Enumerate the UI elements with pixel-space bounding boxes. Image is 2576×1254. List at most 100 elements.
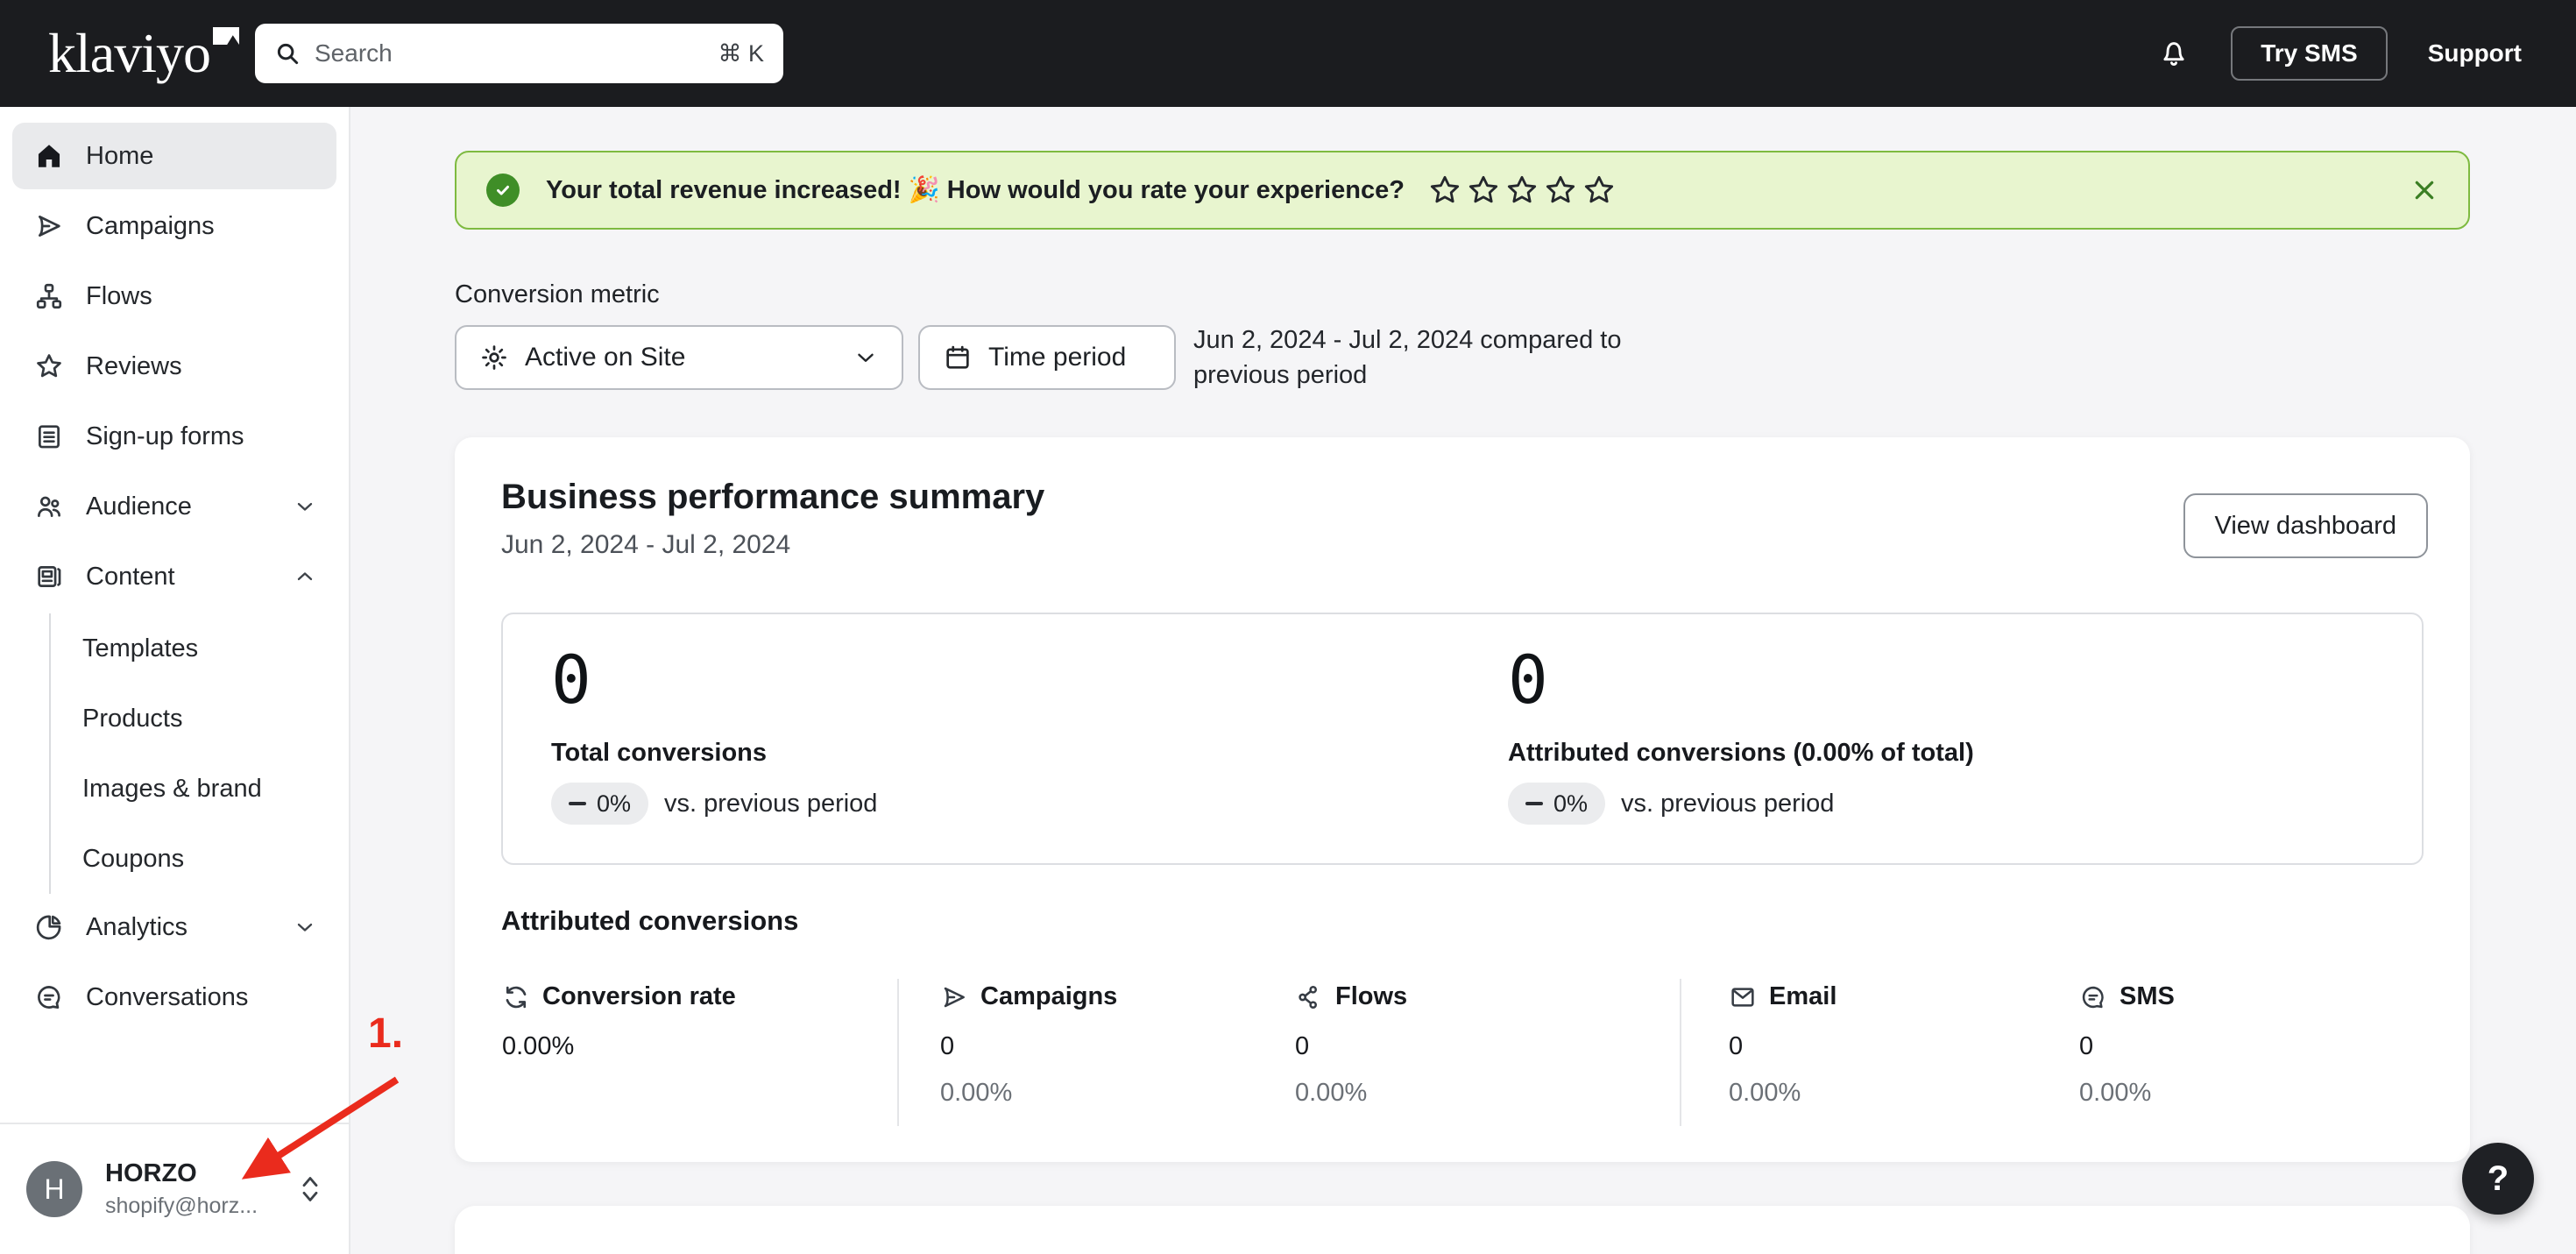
view-dashboard-button[interactable]: View dashboard — [2183, 493, 2428, 558]
klaviyo-flag-icon — [213, 27, 239, 45]
metric-label: Conversion rate — [542, 982, 736, 1011]
help-button[interactable]: ? — [2462, 1143, 2534, 1215]
chevron-up-icon — [293, 564, 317, 589]
rating-stars[interactable] — [1427, 173, 1617, 208]
no-change-dash-icon — [569, 802, 586, 805]
conversions-stats-box: 0 Total conversions 0% vs. previous peri… — [501, 613, 2424, 865]
flows-icon — [1295, 983, 1323, 1011]
sidebar-item-label: Analytics — [86, 913, 188, 942]
signup-forms-icon — [33, 422, 65, 451]
conversion-metric-value: Active on Site — [525, 343, 685, 372]
time-period-button[interactable]: Time period — [918, 325, 1176, 390]
try-sms-button[interactable]: Try SMS — [2231, 26, 2387, 81]
conversations-icon — [33, 982, 65, 1012]
sidebar-item-flows[interactable]: Flows — [12, 263, 336, 329]
banner-message: Your total revenue increased! 🎉 How woul… — [546, 175, 1405, 205]
star-icon — [1582, 173, 1617, 208]
content-icon — [33, 562, 65, 592]
klaviyo-logo[interactable]: klaviyo — [48, 25, 239, 81]
metric-label: Flows — [1335, 982, 1407, 1011]
business-performance-card: Business performance summary Jun 2, 2024… — [455, 437, 2470, 1162]
metric-label: Campaigns — [980, 982, 1117, 1011]
sidebar-item-products[interactable]: Products — [82, 684, 336, 754]
total-conversions-value: 0 — [551, 641, 591, 719]
sidebar-item-label: Home — [86, 142, 153, 171]
top-bar: klaviyo ⌘ K Try SMS Support — [0, 0, 2576, 107]
metric-campaigns: Campaigns 0 0.00% — [940, 982, 1117, 1108]
sidebar-item-label: Content — [86, 563, 175, 592]
search-shortcut: ⌘ K — [718, 40, 764, 67]
metrics-divider — [1680, 979, 1681, 1126]
metric-value: 0 — [1295, 1032, 1407, 1061]
change-value: 0% — [597, 790, 631, 818]
close-icon[interactable] — [2410, 176, 2438, 204]
conversion-metric-dropdown[interactable]: Active on Site — [455, 325, 903, 390]
star-icon — [1504, 173, 1539, 208]
sidebar-item-reviews[interactable]: Reviews — [12, 333, 336, 400]
chevron-down-icon — [293, 494, 317, 519]
sms-icon — [2079, 983, 2107, 1011]
sidebar-item-home[interactable]: Home — [12, 123, 336, 189]
card-date-range: Jun 2, 2024 - Jul 2, 2024 — [501, 530, 790, 560]
metric-label: Email — [1769, 982, 1836, 1011]
total-conversions-label: Total conversions — [551, 739, 767, 768]
attributed-conversions-value: 0 — [1508, 641, 1548, 719]
sidebar-item-content[interactable]: Content — [12, 543, 336, 610]
compare-text: vs. previous period — [1621, 790, 1834, 818]
campaigns-icon — [33, 211, 65, 241]
chevron-down-icon — [293, 915, 317, 939]
email-icon — [1729, 983, 1757, 1011]
change-value: 0% — [1553, 790, 1588, 818]
metric-sms: SMS 0 0.00% — [2079, 982, 2175, 1108]
search-box[interactable]: ⌘ K — [255, 24, 783, 83]
gear-icon — [479, 343, 509, 372]
attributed-conversions-label: Attributed conversions (0.00% of total) — [1508, 739, 1974, 768]
sidebar-item-campaigns[interactable]: Campaigns — [12, 193, 336, 259]
sidebar-item-signup-forms[interactable]: Sign-up forms — [12, 403, 336, 470]
star-icon — [1466, 173, 1501, 208]
sidebar-item-images-brand[interactable]: Images & brand — [82, 754, 336, 824]
metric-label: SMS — [2120, 982, 2175, 1011]
conversion-metric-label: Conversion metric — [455, 280, 660, 309]
sub-item-label: Templates — [82, 634, 198, 663]
metric-percent: 0.00% — [2079, 1079, 2175, 1108]
annotation-step-number: 1. — [368, 1010, 403, 1058]
avatar: H — [26, 1161, 82, 1217]
analytics-icon — [33, 912, 65, 942]
sub-item-label: Coupons — [82, 845, 184, 874]
sidebar-item-label: Sign-up forms — [86, 422, 244, 451]
success-banner: Your total revenue increased! 🎉 How woul… — [455, 151, 2470, 230]
audience-icon — [33, 492, 65, 521]
metric-email: Email 0 0.00% — [1729, 982, 1836, 1108]
sidebar-item-label: Audience — [86, 492, 192, 521]
sidebar-item-audience[interactable]: Audience — [12, 473, 336, 540]
klaviyo-wordmark: klaviyo — [48, 25, 210, 81]
sidebar-item-label: Conversations — [86, 983, 248, 1012]
sub-item-label: Images & brand — [82, 775, 262, 804]
card-title: Business performance summary — [501, 478, 1044, 517]
star-icon — [33, 351, 65, 381]
sidebar-item-label: Reviews — [86, 352, 182, 381]
refresh-icon — [502, 983, 530, 1011]
star-icon — [1543, 173, 1578, 208]
metric-value: 0 — [2079, 1032, 2175, 1061]
sidebar-item-analytics[interactable]: Analytics — [12, 894, 336, 960]
sub-item-label: Products — [82, 705, 182, 733]
sidebar-item-conversations[interactable]: Conversations — [12, 964, 336, 1031]
metric-percent: 0.00% — [940, 1079, 1117, 1108]
sidebar-item-coupons[interactable]: Coupons — [82, 824, 336, 894]
metric-value: 0 — [940, 1032, 1117, 1061]
star-icon — [1427, 173, 1462, 208]
search-input[interactable] — [315, 39, 718, 67]
chevron-down-icon — [853, 344, 879, 371]
support-link[interactable]: Support — [2428, 39, 2522, 67]
sidebar-item-templates[interactable]: Templates — [82, 613, 336, 684]
bell-icon[interactable] — [2157, 37, 2190, 70]
metric-value: 0 — [1729, 1032, 1836, 1061]
date-range-text: Jun 2, 2024 - Jul 2, 2024 compared to pr… — [1193, 322, 1667, 393]
metric-conversion-rate: Conversion rate 0.00% — [502, 982, 736, 1061]
search-icon — [274, 40, 301, 67]
change-badge: 0% — [551, 783, 648, 825]
metric-value: 0.00% — [502, 1032, 736, 1061]
metric-flows: Flows 0 0.00% — [1295, 982, 1407, 1108]
